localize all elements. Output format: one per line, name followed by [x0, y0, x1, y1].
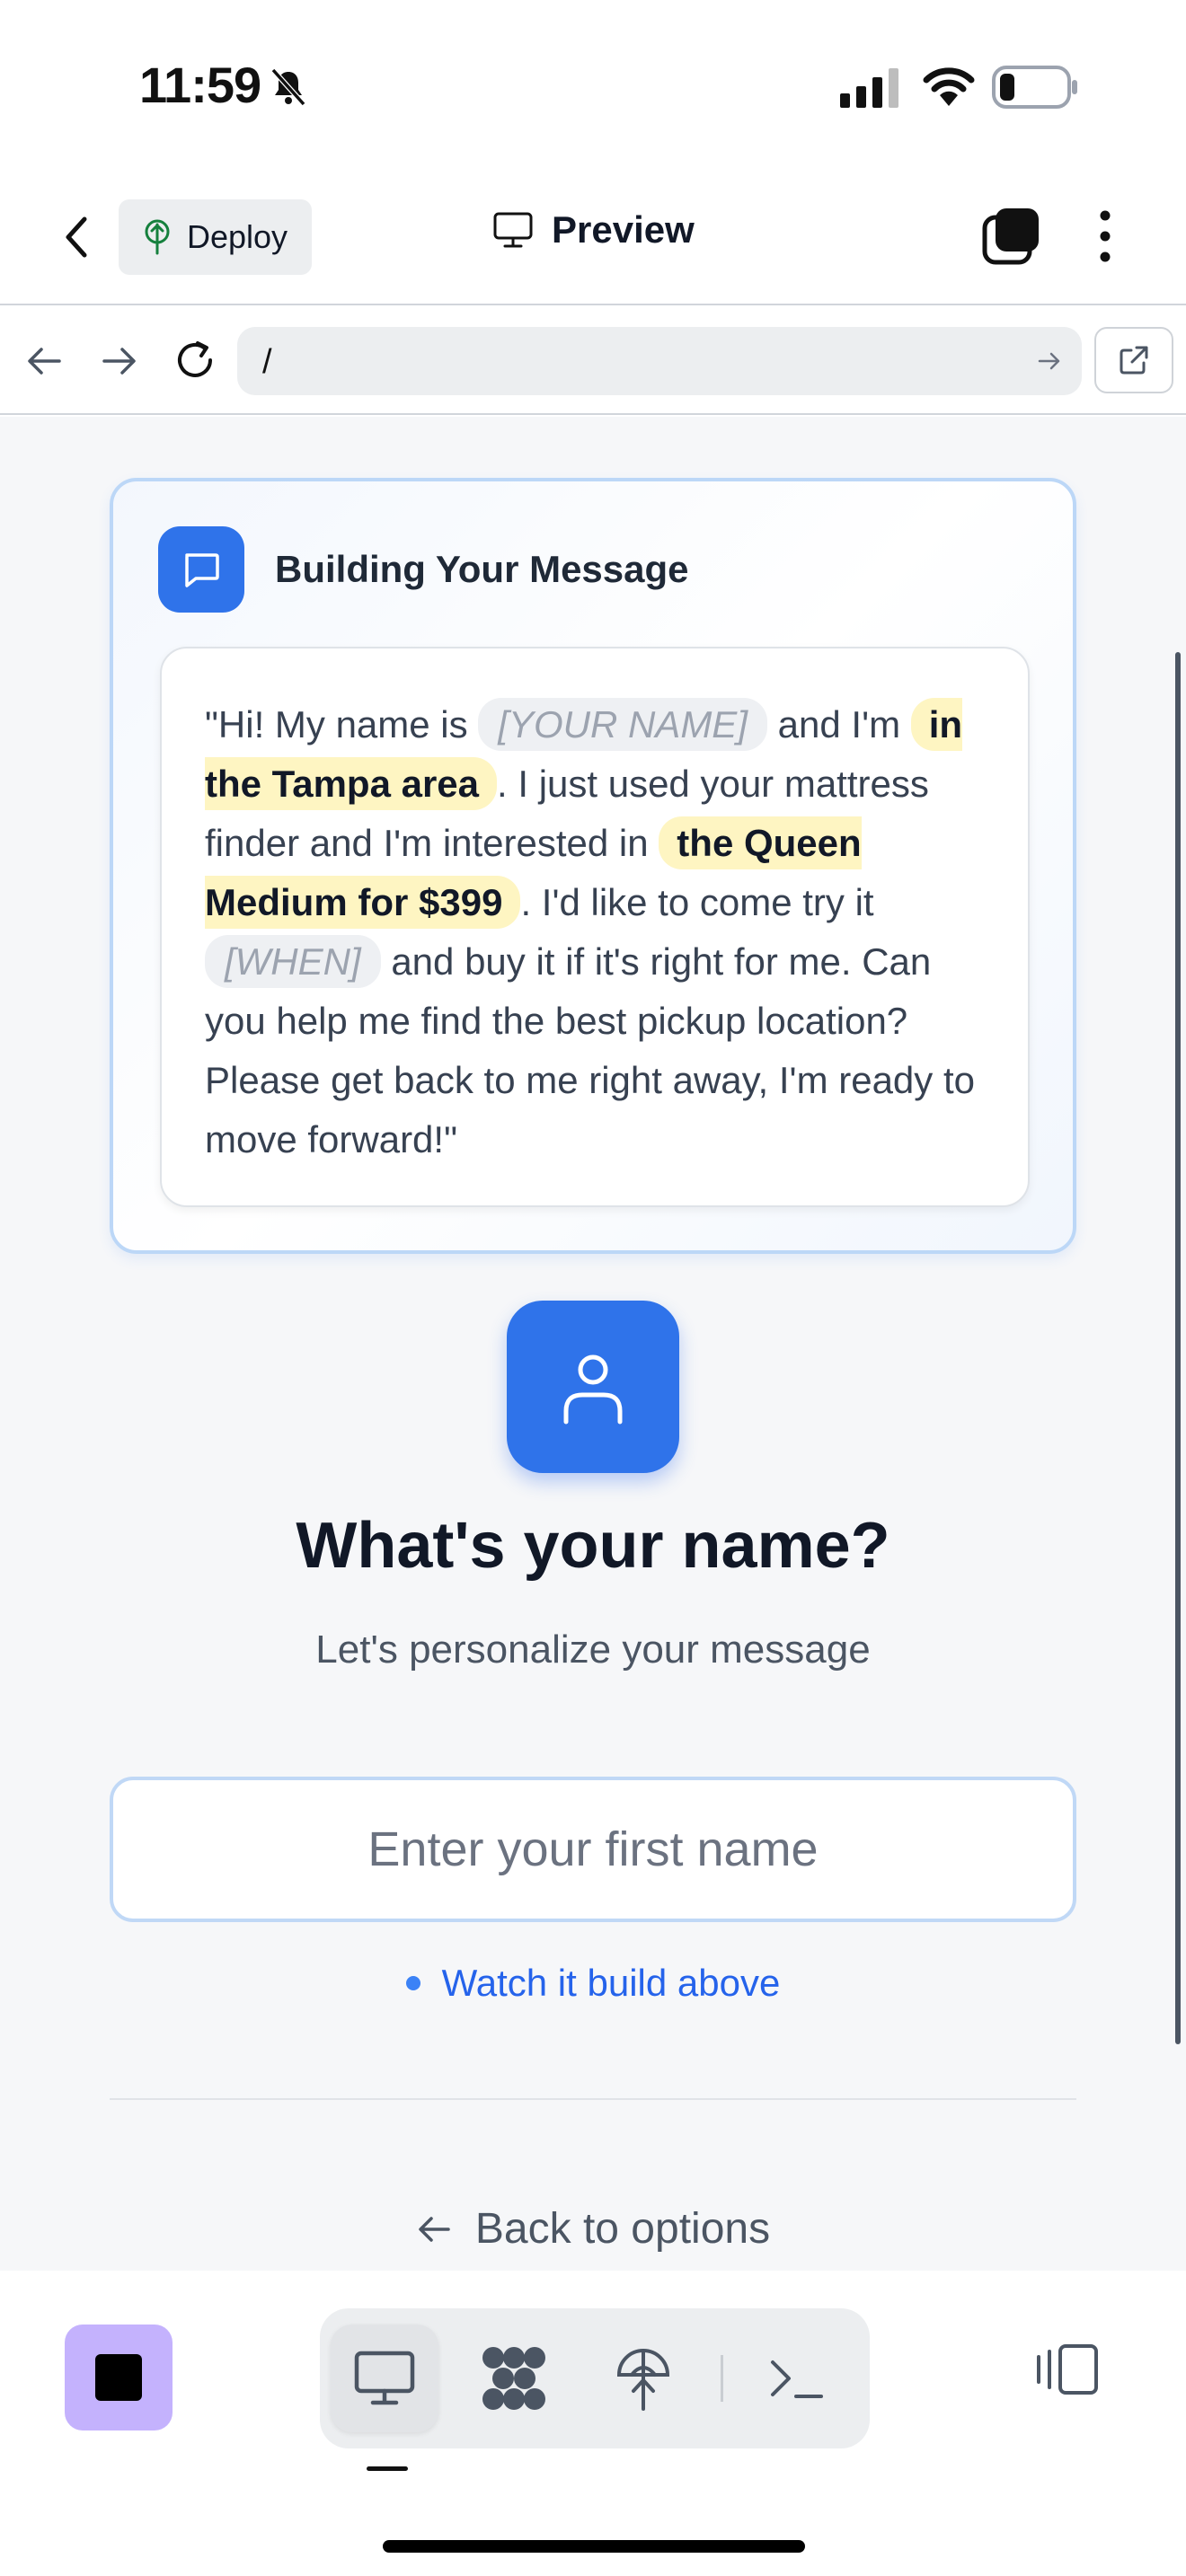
deploy-label: Deploy: [187, 218, 288, 255]
tool-agents[interactable]: [460, 2325, 568, 2432]
scrollbar[interactable]: [1175, 652, 1181, 2044]
nav-back-icon[interactable]: [25, 341, 65, 381]
active-tab-indicator: [367, 2466, 408, 2471]
preview-title: Preview: [492, 208, 695, 251]
url-bar[interactable]: /: [237, 327, 1082, 395]
deploy-icon: [145, 219, 170, 255]
wifi-icon: [923, 67, 975, 106]
reload-icon[interactable]: [173, 338, 217, 383]
build-hint-label: Watch it build above: [441, 1962, 781, 2004]
preview-content[interactable]: Building Your Message "Hi! My name is [Y…: [0, 417, 1186, 2271]
message-text: "Hi! My name is: [205, 703, 479, 745]
message-text: and I'm: [767, 703, 911, 745]
monitor-icon: [354, 2351, 415, 2405]
question-title: What's your name?: [296, 1510, 890, 1582]
message-text: . I'd like to come try it: [520, 881, 874, 923]
card-title: Building Your Message: [275, 548, 689, 590]
pulse-dot: [405, 1976, 420, 1990]
user-icon: [507, 1301, 679, 1473]
app-header: Deploy Preview: [0, 171, 1186, 305]
home-indicator: [383, 2540, 805, 2553]
cellular-signal-icon: [840, 68, 898, 108]
nav-forward-icon[interactable]: [99, 341, 138, 381]
external-link-icon: [1120, 346, 1148, 375]
back-chevron-icon[interactable]: [54, 210, 99, 264]
open-external-button[interactable]: [1094, 327, 1173, 393]
url-text: /: [262, 343, 272, 381]
tool-separator: [721, 2355, 723, 2402]
tool-switcher: [320, 2308, 870, 2448]
back-to-options-button[interactable]: Back to options: [0, 2204, 1186, 2254]
panel-toggle-icon[interactable]: [1033, 2342, 1102, 2396]
message-card: Building Your Message "Hi! My name is [Y…: [110, 478, 1076, 1254]
bottom-toolbar: [0, 2271, 1186, 2576]
go-arrow-icon[interactable]: [1037, 348, 1062, 374]
deploy-button[interactable]: Deploy: [119, 199, 312, 275]
question-subtitle: Let's personalize your message: [315, 1628, 871, 1672]
battery-icon: [992, 66, 1077, 109]
stop-button[interactable]: [65, 2325, 173, 2430]
build-hint: Watch it build above: [0, 1962, 1186, 2005]
monitor-icon: [493, 212, 533, 248]
tool-preview[interactable]: [331, 2325, 438, 2432]
status-bar: 11:59: [0, 0, 1186, 171]
when-placeholder: [WHEN]: [205, 935, 381, 988]
preview-label: Preview: [552, 208, 695, 251]
more-options-icon[interactable]: [1087, 207, 1123, 266]
tool-terminal[interactable]: [742, 2325, 850, 2432]
name-placeholder: [YOUR NAME]: [478, 698, 767, 751]
first-name-input[interactable]: [110, 1777, 1076, 1922]
message-preview: "Hi! My name is [YOUR NAME] and I'm in t…: [160, 647, 1030, 1207]
tabs-icon[interactable]: [981, 207, 1040, 266]
back-to-options-label: Back to options: [474, 2205, 771, 2253]
tool-deploy[interactable]: [589, 2325, 697, 2432]
status-time: 11:59: [139, 57, 261, 113]
silent-bell-icon: [270, 67, 306, 107]
stop-icon: [95, 2354, 142, 2401]
message-icon: [158, 526, 244, 613]
browser-bar: /: [0, 307, 1186, 415]
divider: [110, 2098, 1076, 2100]
arrow-left-icon: [419, 2216, 450, 2242]
cluster-icon: [482, 2347, 545, 2410]
deploy-icon: [616, 2349, 670, 2411]
terminal-icon: [771, 2360, 823, 2398]
